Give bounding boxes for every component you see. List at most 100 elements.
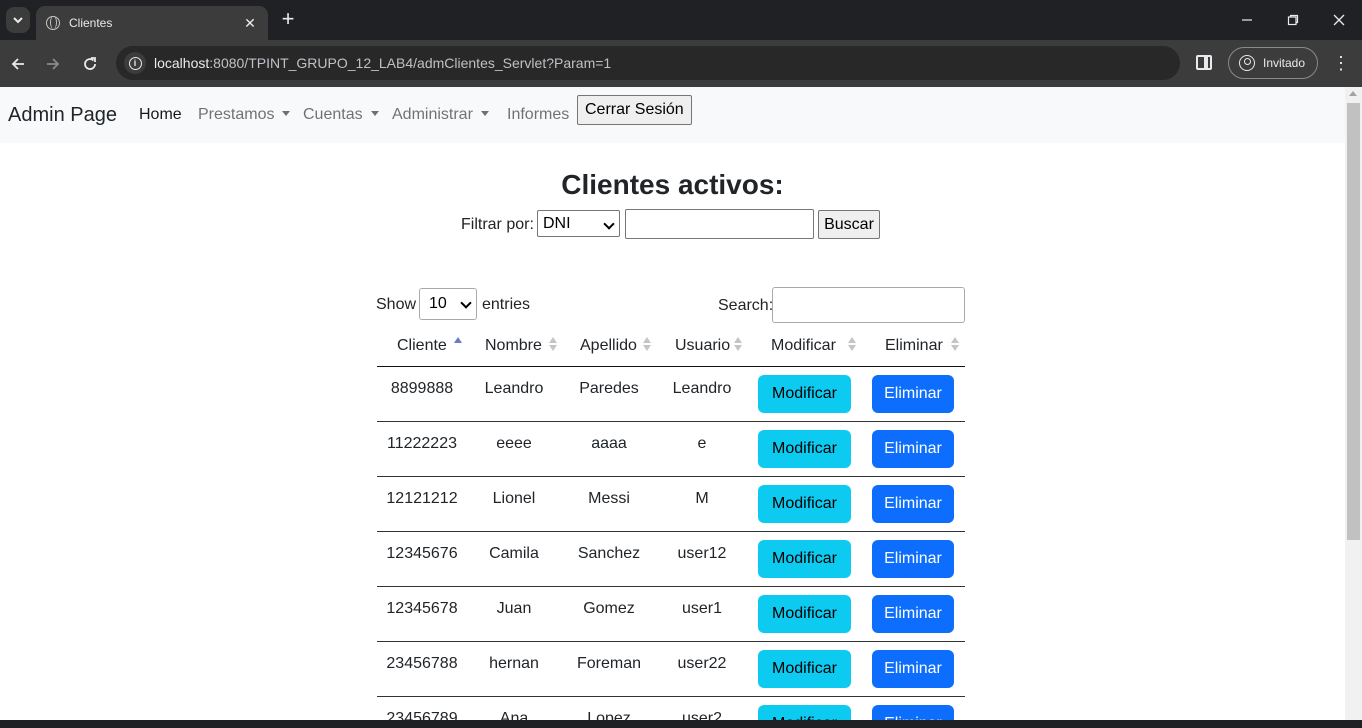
modify-button[interactable]: Modificar — [758, 485, 851, 523]
cell-usuario: user2 — [681, 710, 723, 720]
delete-button[interactable]: Eliminar — [872, 595, 954, 633]
datatable-entries-label: entries — [482, 296, 531, 313]
table-row: 23456789 Ana Lopez user2 Modificar Eliminar — [377, 697, 965, 720]
forward-arrow-icon[interactable] — [40, 51, 66, 77]
navbar: Admin Page Home Prestamos Cuentas Admini… — [0, 87, 1345, 143]
cell-nombre: Leandro — [484, 380, 544, 397]
column-header-apellido[interactable]: Apellido — [580, 337, 637, 355]
column-header-nombre[interactable]: Nombre — [485, 337, 542, 355]
profile-button[interactable]: Invitado — [1228, 47, 1318, 79]
page-length-select[interactable]: 10 — [419, 288, 477, 320]
table-row: 12345678 Juan Gomez user1 Modificar Eliminar — [377, 587, 965, 642]
cell-apellido: Paredes — [579, 380, 639, 397]
cell-apellido: Sanchez — [577, 545, 641, 562]
modify-button[interactable]: Modificar — [758, 375, 851, 413]
delete-button[interactable]: Eliminar — [872, 540, 954, 578]
minimize-icon[interactable] — [1224, 0, 1270, 40]
cell-apellido: Foreman — [576, 655, 642, 672]
modify-button[interactable]: Modificar — [758, 650, 851, 688]
page-viewport: Admin Page Home Prestamos Cuentas Admini… — [0, 87, 1345, 720]
delete-button[interactable]: Eliminar — [872, 375, 954, 413]
scroll-up-arrow-icon[interactable] — [1349, 91, 1357, 96]
nav-administrar-dropdown[interactable]: Administrar — [392, 106, 489, 124]
sort-icon[interactable] — [951, 337, 959, 353]
modify-button[interactable]: Modificar — [758, 430, 851, 468]
cell-usuario: Leandro — [672, 380, 732, 397]
sort-icon[interactable] — [734, 337, 742, 353]
nav-home[interactable]: Home — [139, 106, 182, 124]
page-title: Clientes activos: — [561, 169, 784, 200]
close-window-icon[interactable] — [1316, 0, 1362, 40]
cell-nombre: Lionel — [492, 490, 536, 507]
filter-input[interactable] — [625, 209, 814, 239]
caret-down-icon — [370, 111, 379, 116]
delete-button[interactable]: Eliminar — [872, 650, 954, 688]
cell-cliente: 12345676 — [386, 545, 458, 562]
column-header-cliente[interactable]: Cliente — [397, 337, 447, 355]
modify-button[interactable]: Modificar — [758, 705, 851, 720]
filter-label: Filtrar por: — [461, 216, 534, 233]
window-bottom-edge — [0, 720, 1362, 728]
cell-nombre: hernan — [489, 655, 539, 672]
cell-nombre: Ana — [499, 710, 529, 720]
cell-nombre: Juan — [496, 600, 532, 617]
sort-ascending-icon[interactable] — [454, 337, 462, 353]
cell-cliente: 8899888 — [390, 380, 454, 397]
delete-button[interactable]: Eliminar — [872, 705, 954, 720]
tab-search-icon[interactable] — [6, 7, 30, 33]
logout-button[interactable]: Cerrar Sesión — [577, 95, 692, 125]
sort-icon[interactable] — [643, 337, 651, 353]
delete-button[interactable]: Eliminar — [872, 430, 954, 468]
cell-usuario: user22 — [677, 655, 727, 672]
nav-informes[interactable]: Informes — [507, 106, 569, 124]
side-panel-icon[interactable] — [1196, 55, 1212, 70]
table-row: 12345676 Camila Sanchez user12 Modificar Elim… — [377, 532, 965, 587]
table-row: 23456788 hernan Foreman user22 Modificar Elim… — [377, 642, 965, 697]
cell-usuario: M — [695, 490, 709, 507]
caret-down-icon — [480, 111, 489, 116]
cell-cliente: 23456788 — [386, 655, 458, 672]
navbar-brand[interactable]: Admin Page — [8, 104, 117, 127]
nav-cuentas-dropdown[interactable]: Cuentas — [303, 106, 379, 124]
table-row: 12121212 Lionel Messi M Modificar Eliminar — [377, 477, 965, 532]
tab-title: Clientes — [69, 16, 113, 30]
browser-tab[interactable]: Clientes ✕ — [36, 6, 268, 40]
cell-usuario: e — [697, 435, 707, 452]
datatable-search-input[interactable] — [772, 287, 965, 323]
back-arrow-icon[interactable] — [5, 51, 31, 77]
restore-icon[interactable] — [1270, 0, 1316, 40]
table-header: Cliente Nombre Apellido Usuario Modifica… — [377, 328, 965, 367]
modify-button[interactable]: Modificar — [758, 595, 851, 633]
column-header-eliminar[interactable]: Eliminar — [885, 337, 943, 355]
table-row: 8899888 Leandro Paredes Leandro Modificar Eli… — [377, 367, 965, 422]
nav-prestamos-dropdown[interactable]: Prestamos — [198, 106, 291, 124]
more-menu-icon[interactable]: ⋮ — [1332, 52, 1350, 76]
cell-cliente: 12121212 — [386, 490, 458, 507]
address-bar[interactable]: i localhost:8080/TPINT_GRUPO_12_LAB4/adm… — [116, 46, 1180, 80]
reload-icon[interactable] — [77, 51, 103, 77]
site-info-icon[interactable]: i — [124, 52, 146, 74]
column-header-usuario[interactable]: Usuario — [675, 337, 730, 355]
globe-icon — [46, 16, 60, 30]
search-button[interactable]: Buscar — [818, 210, 880, 239]
cell-cliente: 11222223 — [387, 435, 457, 452]
browser-tab-strip: Clientes ✕ + — [0, 0, 1362, 40]
url-text: localhost:8080/TPINT_GRUPO_12_LAB4/admCl… — [154, 55, 612, 71]
cell-nombre: eeee — [496, 435, 532, 452]
scrollbar-thumb[interactable] — [1347, 103, 1360, 540]
delete-button[interactable]: Eliminar — [872, 485, 954, 523]
modify-button[interactable]: Modificar — [758, 540, 851, 578]
caret-down-icon — [282, 111, 291, 116]
sort-icon[interactable] — [848, 337, 856, 353]
close-icon[interactable]: ✕ — [242, 15, 258, 32]
cell-usuario: user12 — [677, 545, 727, 562]
cell-apellido: Gomez — [583, 600, 635, 617]
nav-administrar-label: Administrar — [392, 106, 473, 123]
sort-icon[interactable] — [549, 337, 557, 353]
plus-icon[interactable]: + — [278, 8, 298, 32]
nav-prestamos-label: Prestamos — [198, 106, 275, 123]
cell-apellido: Lopez — [587, 710, 631, 720]
column-header-modificar[interactable]: Modificar — [771, 337, 836, 355]
vertical-scrollbar[interactable] — [1345, 87, 1362, 720]
filter-select[interactable]: DNI — [537, 210, 620, 237]
